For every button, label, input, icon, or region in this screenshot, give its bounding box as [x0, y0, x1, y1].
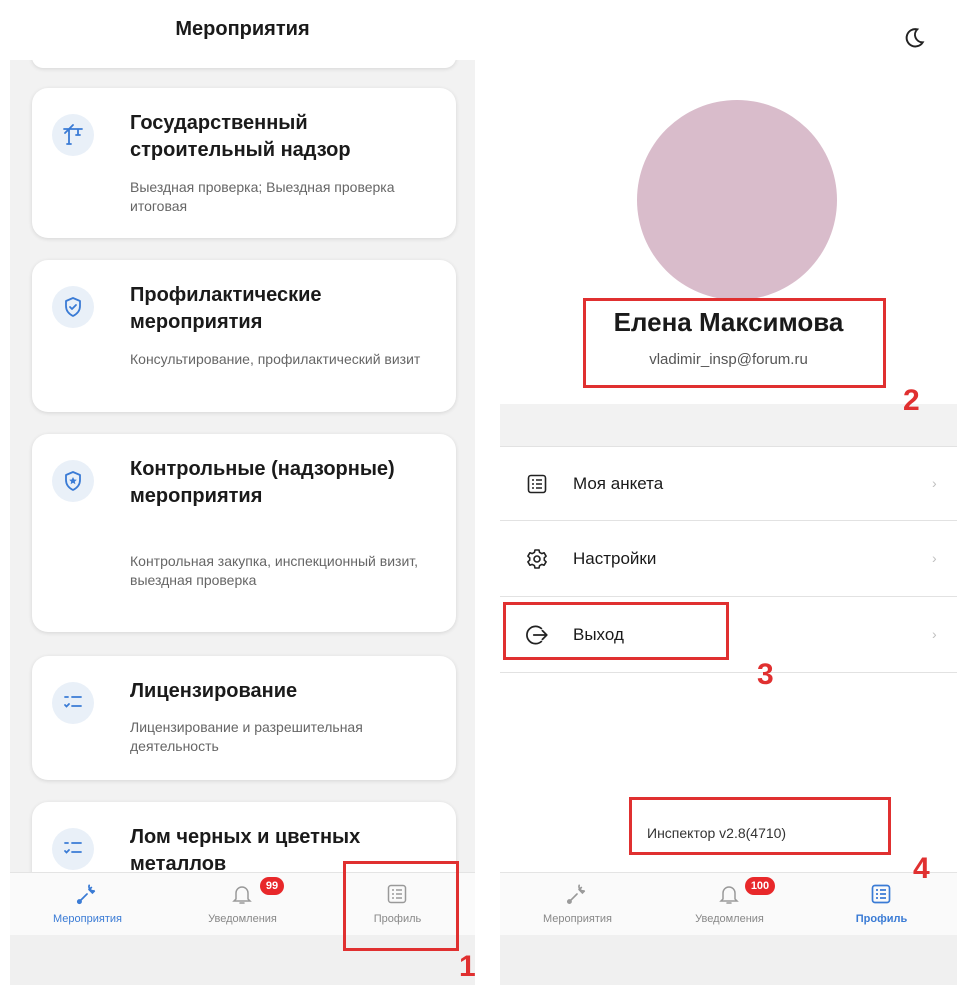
wrench-icon — [562, 879, 592, 909]
chevron-right-icon: › — [932, 475, 937, 491]
card-title: Профилактические мероприятия — [130, 284, 322, 333]
annotation-box-version — [629, 797, 891, 855]
annotation-box-logout — [503, 602, 729, 660]
shield-star-icon — [52, 460, 94, 502]
shield-check-icon — [52, 286, 94, 328]
crane-icon — [52, 114, 94, 156]
menu-label: Моя анкета — [573, 474, 664, 493]
home-indicator-area — [500, 935, 957, 985]
annotation-box-user-info — [583, 298, 886, 388]
annotation-number: 2 — [903, 384, 920, 417]
tab-events[interactable]: Мероприятия — [500, 873, 655, 936]
bottom-tab-bar: Мероприятия 100 Уведомления Профиль — [500, 872, 957, 935]
chevron-right-icon: › — [932, 626, 937, 642]
notification-badge: 99 — [260, 877, 284, 895]
card-subtitle: Лицензирование и разрешительная деятельн… — [130, 719, 363, 754]
tab-label: Уведомления — [695, 913, 764, 925]
event-card-control[interactable]: Контрольные (надзорные) мероприятия Конт… — [32, 434, 456, 632]
tab-notifications[interactable]: 100 Уведомления — [652, 873, 807, 936]
tab-label: Мероприятия — [53, 913, 122, 925]
menu-item-my-profile[interactable]: Моя анкета › — [500, 446, 957, 521]
tab-label: Уведомления — [208, 913, 277, 925]
checklist-icon — [52, 682, 94, 724]
list-icon — [866, 879, 896, 909]
section-divider — [500, 404, 957, 446]
bell-icon — [227, 879, 257, 909]
gear-icon — [524, 546, 550, 572]
wrench-icon — [72, 879, 102, 909]
card-title: Лицензирование — [130, 680, 298, 702]
tab-profile[interactable]: Профиль — [804, 873, 957, 936]
notification-badge: 100 — [745, 877, 775, 895]
tab-label: Мероприятия — [543, 913, 612, 925]
annotation-number: 3 — [757, 658, 774, 691]
card-subtitle: Консультирование, профилактический визит — [130, 351, 421, 367]
chevron-right-icon: › — [932, 550, 937, 566]
moon-icon[interactable] — [900, 24, 928, 52]
event-card-preventive[interactable]: Профилактические мероприятия Консультиро… — [32, 260, 456, 412]
card-title: Контрольные (надзорные) мероприятия — [130, 458, 395, 507]
annotation-number: 1 — [459, 950, 476, 983]
annotation-box-profile-tab — [343, 861, 459, 951]
annotation-number: 4 — [913, 852, 930, 885]
menu-item-settings[interactable]: Настройки › — [500, 522, 957, 597]
checklist-icon — [52, 828, 94, 870]
avatar[interactable] — [637, 100, 837, 300]
tab-events[interactable]: Мероприятия — [10, 873, 165, 936]
event-card-partial[interactable] — [32, 60, 456, 68]
events-screen: Мероприятия Государственный строительный… — [10, 0, 475, 985]
menu-label: Настройки — [573, 549, 657, 568]
tab-label: Профиль — [855, 913, 908, 925]
list-icon — [524, 471, 550, 497]
page-title: Мероприятия — [175, 18, 310, 40]
event-card-construction-supervision[interactable]: Государственный строительный надзор Выез… — [32, 88, 456, 238]
events-header: Мероприятия — [10, 0, 475, 60]
events-list[interactable]: Государственный строительный надзор Выез… — [10, 60, 475, 872]
tab-notifications[interactable]: 99 Уведомления — [165, 873, 320, 936]
card-title: Государственный строительный надзор — [130, 112, 351, 161]
card-subtitle: Выездная проверка; Выездная проверка ито… — [130, 179, 395, 214]
card-subtitle: Контрольная закупка, инспекционный визит… — [130, 553, 419, 588]
event-card-licensing[interactable]: Лицензирование Лицензирование и разрешит… — [32, 656, 456, 780]
bell-icon — [714, 879, 744, 909]
